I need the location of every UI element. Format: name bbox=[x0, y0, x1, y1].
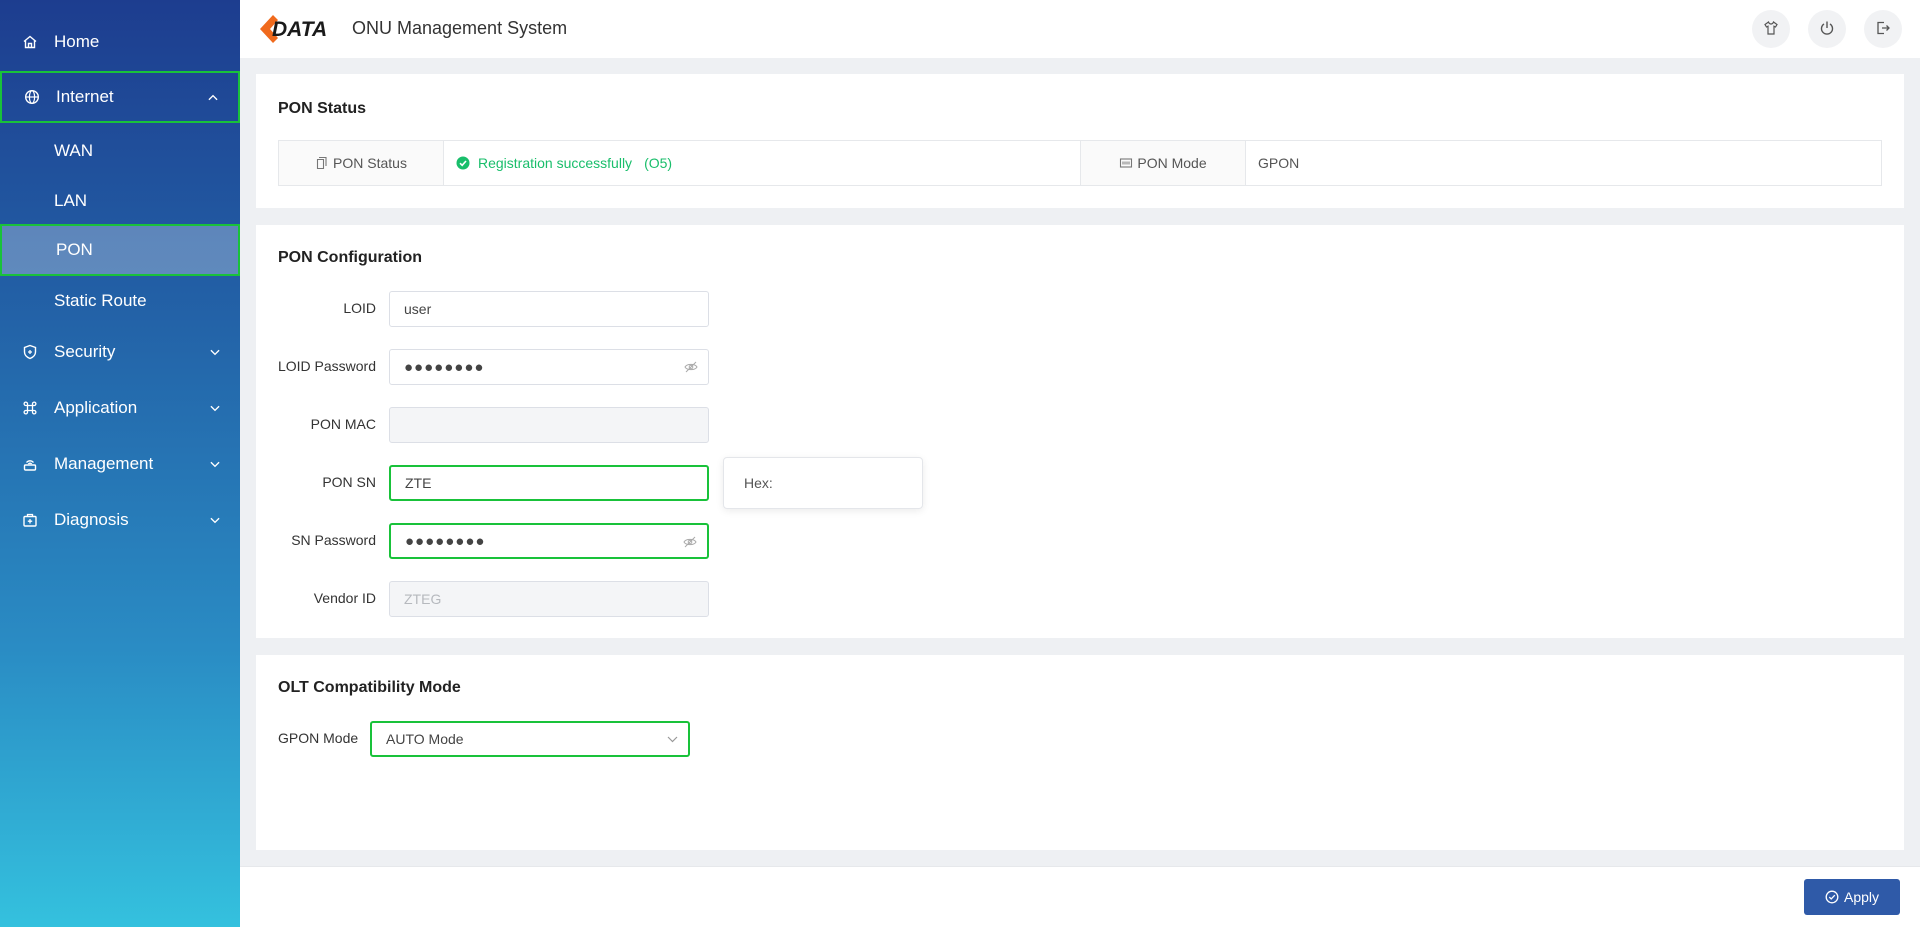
vendor-id-label: Vendor ID bbox=[313, 590, 376, 606]
loid-password-input[interactable]: ●●●●●●●● bbox=[389, 349, 709, 385]
router-icon bbox=[22, 456, 38, 472]
logout-icon bbox=[1875, 20, 1891, 39]
loid-label: LOID bbox=[343, 300, 376, 316]
vendor-id-input[interactable]: ZTEG bbox=[389, 581, 709, 617]
sidebar-item-diagnosis[interactable]: Diagnosis bbox=[0, 500, 240, 540]
sidebar-item-label: Static Route bbox=[54, 291, 147, 310]
sn-password-input[interactable]: ●●●●●●●● bbox=[389, 523, 709, 559]
pon-sn-input[interactable]: ZTE bbox=[389, 465, 709, 501]
home-icon bbox=[22, 34, 38, 50]
pon-status-value: Registration successfully bbox=[478, 155, 633, 171]
sidebar-item-label: Application bbox=[54, 398, 138, 417]
loid-password-label: LOID Password bbox=[277, 358, 376, 374]
power-button[interactable] bbox=[1808, 10, 1846, 48]
loid-value: user bbox=[404, 301, 432, 317]
sidebar-item-label: Management bbox=[54, 454, 154, 473]
hex-label: Hex: bbox=[744, 475, 773, 491]
theme-button[interactable] bbox=[1752, 10, 1790, 48]
pon-mode-value-cell: GPON bbox=[1246, 141, 1881, 185]
sidebar: Home Internet WAN LAN PON Static Route S… bbox=[0, 0, 240, 927]
sn-password-value: ●●●●●●●● bbox=[405, 532, 486, 550]
shield-icon bbox=[22, 344, 38, 360]
gpon-mode-label: GPON Mode bbox=[278, 730, 359, 746]
vendor-id-value: ZTEG bbox=[404, 591, 442, 607]
pon-status-value-cell: Registration successfully (O5) bbox=[444, 141, 1081, 185]
chevron-up-icon bbox=[208, 92, 218, 102]
logout-button[interactable] bbox=[1864, 10, 1902, 48]
pon-mode-label: PON Mode bbox=[1137, 155, 1207, 171]
sidebar-item-management[interactable]: Management bbox=[0, 444, 240, 484]
pon-status-label-cell: PON Status bbox=[279, 141, 444, 185]
sidebar-item-label: Internet bbox=[56, 87, 114, 106]
apply-button[interactable]: Apply bbox=[1804, 879, 1900, 915]
sidebar-item-label: Home bbox=[54, 32, 100, 51]
pon-config-card: PON Configuration LOID user LOID Passwor… bbox=[256, 225, 1904, 638]
chevron-down-icon bbox=[210, 347, 220, 357]
sidebar-item-label: WAN bbox=[54, 141, 94, 160]
olt-compat-card: OLT Compatibility Mode GPON Mode AUTO Mo… bbox=[256, 655, 1904, 850]
loid-input[interactable]: user bbox=[389, 291, 709, 327]
chevron-down-icon bbox=[667, 736, 678, 743]
chevron-down-icon bbox=[210, 403, 220, 413]
document-icon bbox=[315, 156, 329, 170]
gpon-mode-select[interactable]: AUTO Mode bbox=[370, 721, 690, 757]
shirt-icon bbox=[1763, 20, 1779, 39]
apply-label: Apply bbox=[1843, 889, 1880, 905]
power-icon bbox=[1819, 20, 1835, 39]
pon-status-label: PON Status bbox=[333, 155, 407, 171]
sidebar-item-label: LAN bbox=[54, 191, 88, 210]
sidebar-item-home[interactable]: Home bbox=[0, 22, 240, 62]
chip-icon bbox=[1119, 156, 1133, 170]
brand-logo: DATA bbox=[258, 12, 338, 46]
sidebar-item-label: Diagnosis bbox=[54, 510, 129, 529]
sidebar-item-application[interactable]: Application bbox=[0, 388, 240, 428]
pon-status-card: PON Status PON Status Registration succe… bbox=[256, 74, 1904, 208]
globe-icon bbox=[24, 89, 40, 105]
gpon-mode-value: AUTO Mode bbox=[386, 731, 464, 747]
card-title: OLT Compatibility Mode bbox=[278, 679, 461, 696]
pon-mac-label: PON MAC bbox=[310, 416, 376, 432]
eye-off-icon[interactable] bbox=[683, 535, 697, 549]
logo-text: DATA bbox=[272, 18, 327, 41]
sidebar-item-label: Security bbox=[54, 342, 116, 361]
check-circle-icon bbox=[1825, 890, 1839, 904]
sidebar-item-static-route[interactable]: Static Route bbox=[0, 281, 240, 321]
card-title: PON Status bbox=[278, 100, 367, 117]
card-title: PON Configuration bbox=[278, 249, 422, 266]
sidebar-item-lan[interactable]: LAN bbox=[0, 181, 240, 221]
loid-password-value: ●●●●●●●● bbox=[404, 358, 485, 376]
eye-off-icon[interactable] bbox=[684, 360, 698, 374]
pon-mode-label-cell: PON Mode bbox=[1081, 141, 1246, 185]
sn-password-label: SN Password bbox=[291, 532, 376, 548]
hex-tooltip: Hex: bbox=[723, 457, 923, 509]
pon-status-table: PON Status Registration successfully (O5… bbox=[278, 140, 1882, 186]
pon-status-state: (O5) bbox=[644, 155, 673, 171]
command-icon bbox=[22, 400, 38, 416]
pon-mac-input[interactable] bbox=[389, 407, 709, 443]
pon-mode-value: GPON bbox=[1258, 155, 1300, 171]
sidebar-item-internet[interactable]: Internet bbox=[0, 71, 240, 123]
sidebar-item-label: PON bbox=[56, 240, 93, 259]
sidebar-item-wan[interactable]: WAN bbox=[0, 131, 240, 171]
footer-bar: Apply bbox=[240, 866, 1920, 927]
app-title: ONU Management System bbox=[352, 18, 568, 38]
medkit-icon bbox=[22, 512, 38, 528]
chevron-down-icon bbox=[210, 515, 220, 525]
chevron-down-icon bbox=[210, 459, 220, 469]
sidebar-item-security[interactable]: Security bbox=[0, 332, 240, 372]
pon-sn-label: PON SN bbox=[322, 474, 376, 490]
sidebar-item-pon[interactable]: PON bbox=[0, 224, 240, 276]
top-header: DATA ONU Management System bbox=[240, 0, 1920, 58]
check-circle-icon bbox=[456, 156, 470, 170]
pon-sn-value: ZTE bbox=[405, 475, 432, 491]
